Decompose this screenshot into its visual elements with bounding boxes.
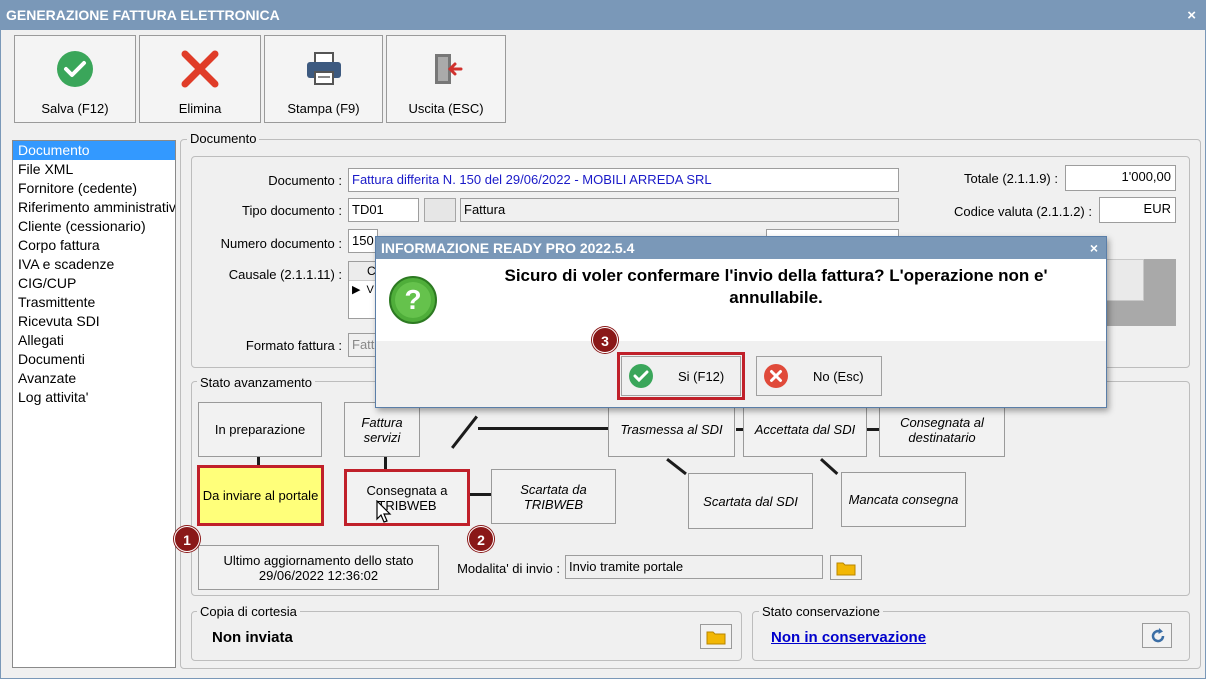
sidebar-item-ricevuta-sdi[interactable]: Ricevuta SDI: [13, 312, 175, 331]
save-label: Salva (F12): [41, 101, 109, 116]
dialog-title: INFORMAZIONE READY PRO 2022.5.4: [381, 240, 635, 256]
confirm-dialog: INFORMAZIONE READY PRO 2022.5.4 × ? Sicu…: [375, 236, 1107, 408]
tipo-documento-lookup-button[interactable]: [424, 198, 456, 222]
door-exit-icon: [435, 54, 463, 84]
causale-label: Causale (2.1.1.11) :: [228, 267, 342, 282]
sidebar-item-cig-cup[interactable]: CIG/CUP: [13, 274, 175, 293]
stato-avanzamento-title: Stato avanzamento: [197, 375, 316, 390]
sidebar-item-cliente[interactable]: Cliente (cessionario): [13, 217, 175, 236]
sidebar-item-log-attivita[interactable]: Log attivita': [13, 388, 175, 407]
stato-mancata-consegna: Mancata consegna: [841, 472, 966, 527]
mouse-cursor-icon: [376, 500, 392, 523]
conservazione-link[interactable]: Non in conservazione: [771, 629, 926, 646]
annotation-badge-3: 3: [592, 327, 618, 353]
stato-consegnata-destinatario: Consegnata al destinatario: [879, 402, 1005, 457]
sidebar-item-corpo-fattura[interactable]: Corpo fattura: [13, 236, 175, 255]
check-circle-icon: [629, 364, 653, 388]
causale-grid-scroll-area[interactable]: [1100, 259, 1176, 326]
folder-icon: [836, 562, 856, 576]
numero-documento-label: Numero documento :: [220, 236, 342, 251]
save-button[interactable]: Salva (F12): [14, 35, 136, 123]
documento-group-title: Documento: [187, 131, 260, 146]
exit-button[interactable]: Uscita (ESC): [386, 35, 506, 123]
stato-accettata-sdi: Accettata dal SDI: [743, 402, 867, 457]
sidebar-item-documenti[interactable]: Documenti: [13, 350, 175, 369]
annotation-badge-1: 1: [174, 526, 200, 552]
check-circle-icon: [57, 51, 93, 87]
documento-label: Documento :: [268, 173, 342, 188]
refresh-icon: [1151, 628, 1165, 643]
sidebar-item-documento[interactable]: Documento: [13, 141, 175, 160]
totale-label: Totale (2.1.1.9) :: [964, 171, 1058, 186]
stato-scartata-tribweb: Scartata da TRIBWEB: [491, 469, 616, 524]
dialog-message: Sicuro di voler confermare l'invio della…: [504, 266, 1048, 307]
modalita-invio-label: Modalita' di invio :: [457, 561, 560, 576]
question-icon: ?: [389, 276, 437, 324]
stato-scartata-sdi: Scartata dal SDI: [688, 473, 813, 529]
modalita-folder-button[interactable]: [830, 555, 862, 580]
stato-fattura-servizi: Fattura servizi: [344, 402, 420, 457]
numero-documento-field[interactable]: 150: [348, 229, 378, 253]
ultimo-aggiornamento-box: Ultimo aggiornamento dello stato 29/06/2…: [198, 545, 439, 590]
print-label: Stampa (F9): [287, 101, 360, 116]
sidebar-item-fornitore[interactable]: Fornitore (cedente): [13, 179, 175, 198]
delete-button[interactable]: Elimina: [139, 35, 261, 123]
causale-grid-row[interactable]: ▶ V: [349, 281, 375, 299]
sidebar-item-trasmittente[interactable]: Trasmittente: [13, 293, 175, 312]
red-x-icon: [181, 50, 219, 88]
annotation-badge-2: 2: [468, 526, 494, 552]
modalita-invio-field: Invio tramite portale: [565, 555, 823, 579]
causale-row-text: V: [366, 284, 374, 296]
exit-label: Uscita (ESC): [408, 101, 484, 116]
copia-cortesia-value: Non inviata: [212, 629, 293, 646]
window-titlebar: GENERAZIONE FATTURA ELETTRONICA ×: [0, 0, 1206, 30]
documento-field[interactable]: Fattura differita N. 150 del 29/06/2022 …: [348, 168, 899, 192]
dialog-close-button[interactable]: ×: [1090, 237, 1098, 259]
yes-button-label: Si (F12): [678, 368, 725, 384]
tipo-documento-code-field[interactable]: TD01: [348, 198, 419, 222]
sidebar-nav: Documento File XML Fornitore (cedente) R…: [12, 140, 176, 668]
codice-valuta-label: Codice valuta (2.1.1.2) :: [953, 204, 1092, 219]
causale-grid[interactable]: C ▶ V: [348, 261, 376, 319]
stato-da-inviare-portale: Da inviare al portale: [197, 465, 324, 526]
formato-fattura-field: Fatt: [348, 333, 376, 357]
sidebar-item-allegati[interactable]: Allegati: [13, 331, 175, 350]
yes-button[interactable]: Si (F12): [621, 356, 741, 396]
totale-field[interactable]: 1'000,00: [1065, 165, 1176, 191]
refresh-button[interactable]: [1142, 623, 1172, 648]
stato-in-preparazione: In preparazione: [198, 402, 322, 457]
formato-fattura-label: Formato fattura :: [245, 338, 342, 353]
window-title: GENERAZIONE FATTURA ELETTRONICA: [6, 7, 280, 23]
delete-label: Elimina: [178, 101, 222, 116]
cancel-circle-icon: [764, 364, 788, 388]
printer-icon: [306, 52, 341, 85]
svg-text:?: ?: [404, 284, 421, 315]
ultimo-aggiornamento-date: 29/06/2022 12:36:02: [258, 567, 379, 583]
print-button[interactable]: Stampa (F9): [264, 35, 383, 123]
folder-icon: [706, 631, 726, 645]
window-close-button[interactable]: ×: [1187, 0, 1196, 31]
codice-valuta-field[interactable]: EUR: [1099, 197, 1176, 223]
causale-grid-header: C: [349, 262, 376, 281]
tipo-documento-desc-field: Fattura: [460, 198, 899, 222]
stato-trasmessa-sdi: Trasmessa al SDI: [608, 402, 735, 457]
sidebar-item-riferimento[interactable]: Riferimento amministrativo: [13, 198, 175, 217]
row-marker-icon: ▶: [352, 284, 361, 296]
no-button[interactable]: No (Esc): [756, 356, 882, 396]
copia-cortesia-title: Copia di cortesia: [197, 604, 300, 619]
stato-conservazione-title: Stato conservazione: [759, 604, 883, 619]
stato-consegnata-tribweb: Consegnata a TRIBWEB: [344, 469, 470, 526]
copia-folder-button[interactable]: [700, 624, 732, 649]
dialog-titlebar: INFORMAZIONE READY PRO 2022.5.4 ×: [376, 237, 1106, 259]
no-button-label: No (Esc): [813, 368, 864, 384]
sidebar-item-avanzate[interactable]: Avanzate: [13, 369, 175, 388]
sidebar-item-file-xml[interactable]: File XML: [13, 160, 175, 179]
sidebar-item-iva-scadenze[interactable]: IVA e scadenze: [13, 255, 175, 274]
tipo-documento-label: Tipo documento :: [242, 203, 342, 218]
ultimo-aggiornamento-label: Ultimo aggiornamento dello stato: [223, 552, 414, 568]
